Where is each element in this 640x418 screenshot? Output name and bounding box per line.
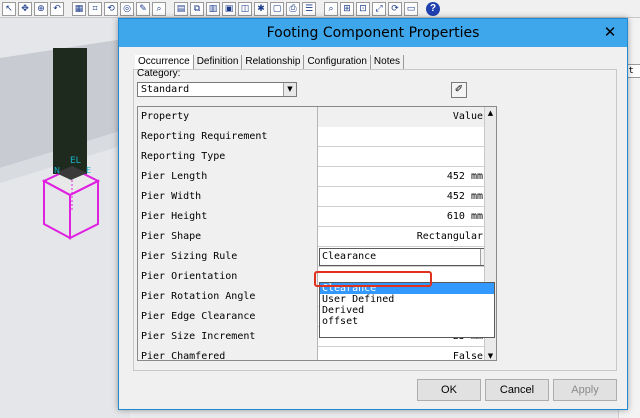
property-name: Pier Size Increment [138,327,318,347]
table-row[interactable]: Pier Width 452 mm [138,187,496,207]
tab-configuration[interactable]: Configuration [304,55,371,69]
property-name: Pier Orientation [138,267,318,287]
sizing-rule-value: Clearance [322,251,377,262]
model-viewport[interactable]: EL N E [0,18,130,418]
property-value[interactable]: Rectangular [318,227,486,247]
search-icon[interactable]: ⌕ [324,1,338,16]
grid-icon[interactable]: ▦ [72,1,86,16]
cancel-button[interactable]: Cancel [485,379,549,401]
property-value[interactable]: 610 mm [318,207,486,227]
apply-button[interactable]: Apply [553,379,617,401]
category-select[interactable]: Standard ▼ [137,82,297,97]
fit-icon[interactable]: ⤢ [372,1,386,16]
tab-bar: Occurrence Definition Relationship Confi… [135,55,405,69]
edit-category-icon[interactable]: ✐ [451,82,467,98]
tab-notes[interactable]: Notes [371,55,405,69]
hatch-icon[interactable]: ▤ [174,1,188,16]
property-name: Pier Rotation Angle [138,287,318,307]
properties-icon[interactable]: ✎ [136,1,150,16]
measure-icon[interactable]: ⌕ [152,1,166,16]
view-icon[interactable]: ◫ [238,1,252,16]
zoom-extents-icon[interactable]: ⊡ [356,1,370,16]
help-icon[interactable]: ? [426,1,440,16]
north-label: N [54,166,60,175]
table-row[interactable]: Reporting Requirement [138,127,496,147]
property-name: Pier Height [138,207,318,227]
list-icon[interactable]: ☰ [302,1,316,16]
copy-icon[interactable]: ⧉ [190,1,204,16]
table-row[interactable]: Pier Shape Rectangular [138,227,496,247]
property-name: Pier Edge Clearance [138,307,318,327]
dropdown-option[interactable]: Derived [320,305,494,316]
category-value: Standard [141,84,190,95]
chevron-down-icon[interactable]: ▼ [283,83,296,96]
tab-relationship[interactable]: Relationship [242,55,305,69]
tab-definition[interactable]: Definition [194,55,243,69]
sizing-rule-dropdown-list[interactable]: Clearance User Defined Derived offset [319,282,495,338]
ok-button[interactable]: OK [417,379,481,401]
property-name: Reporting Type [138,147,318,167]
property-value[interactable] [318,127,486,147]
footing-properties-dialog: Footing Component Properties ✕ Occurrenc… [118,18,628,410]
category-label: Category: [137,68,181,79]
property-value[interactable] [318,147,486,167]
model-icon[interactable]: ▣ [222,1,236,16]
table-row[interactable]: Pier Chamfered False [138,347,496,360]
pier-sizing-rule-select[interactable]: Clearance▼ [319,248,495,266]
zoom-window-icon[interactable]: ⊞ [340,1,354,16]
property-name: Pier Chamfered [138,347,318,360]
close-icon[interactable]: ✕ [599,21,621,43]
tab-occurrence[interactable]: Occurrence [135,55,194,69]
print-icon[interactable]: ⎙ [286,1,300,16]
pan-icon[interactable]: ✥ [18,1,32,16]
scroll-up-icon[interactable]: ▲ [485,107,496,119]
footing-3d-view: EL N E [0,38,130,240]
property-column-header: Property [138,107,318,127]
layer-icon[interactable]: ▥ [206,1,220,16]
dropdown-option[interactable]: offset [320,316,494,327]
table-row[interactable]: Pier Height 610 mm [138,207,496,227]
property-name: Pier Length [138,167,318,187]
table-row[interactable]: Reporting Type [138,147,496,167]
box-icon[interactable]: ▢ [270,1,284,16]
select-icon[interactable]: ⌗ [88,1,102,16]
dialog-title: Footing Component Properties [266,25,480,41]
property-name: Pier Width [138,187,318,207]
zoom-icon[interactable]: ⊕ [34,1,48,16]
pier-elevation-label: EL [70,156,81,166]
property-name: Pier Sizing Rule [138,247,318,267]
snap-icon[interactable]: ◎ [120,1,134,16]
property-value[interactable]: False [318,347,486,360]
property-name: Reporting Requirement [138,127,318,147]
table-row[interactable]: Pier Length 452 mm [138,167,496,187]
property-value[interactable]: 452 mm [318,167,486,187]
east-label: E [86,166,91,175]
pointer-icon[interactable]: ↖ [2,1,16,16]
table-row[interactable]: Pier Sizing RuleClearance▼ [138,247,496,267]
undo-icon[interactable]: ↶ [50,1,64,16]
refresh-icon[interactable]: ⟳ [388,1,402,16]
property-name: Pier Shape [138,227,318,247]
grid-header: Property Value [138,107,496,127]
value-column-header: Value [318,107,486,127]
app-toolbar: ↖ ✥ ⊕ ↶ ▦ ⌗ ⟲ ◎ ✎ ⌕ ▤ ⧉ ▥ ▣ ◫ ✱ ▢ ⎙ ☰ ⌕ ⊞ ⊡ ⤢ ⟳ ▭? [0,0,640,18]
annotation-highlight-box [314,271,432,287]
frame-icon[interactable]: ▭ [404,1,418,16]
scroll-down-icon[interactable]: ▼ [485,350,496,360]
render-icon[interactable]: ✱ [254,1,268,16]
dropdown-option[interactable]: User Defined [320,294,494,305]
property-value[interactable]: 452 mm [318,187,486,207]
rotate-icon[interactable]: ⟲ [104,1,118,16]
